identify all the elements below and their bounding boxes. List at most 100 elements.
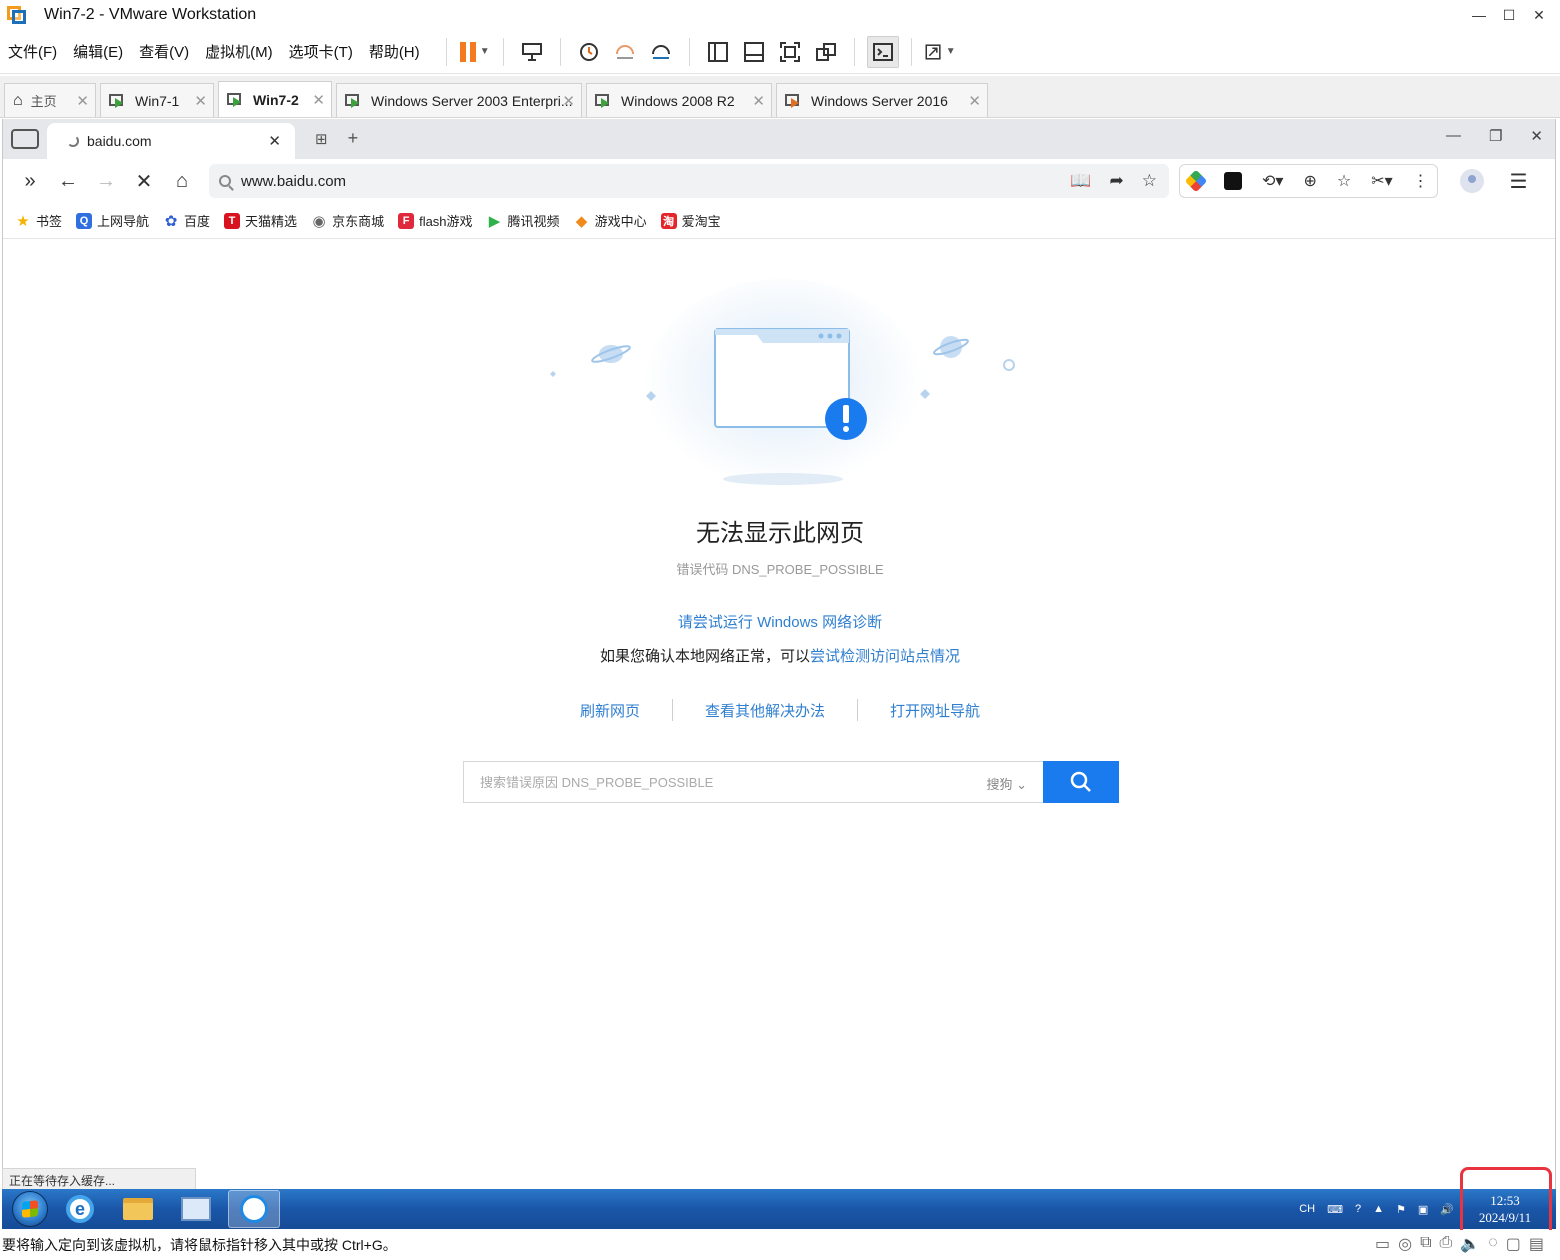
help-icon[interactable]: ? [1355, 1203, 1361, 1215]
browser-minimize-button[interactable]: — [1446, 127, 1461, 145]
bookmark-item[interactable]: Q 上网导航 [76, 211, 149, 230]
view-thumbnail-button[interactable] [738, 36, 770, 68]
usb-icon[interactable]: ◌ [1488, 1234, 1498, 1254]
browser-close-button[interactable]: ✕ [1530, 127, 1543, 145]
sound-icon[interactable]: 🔈 [1460, 1234, 1480, 1254]
hamburger-menu-icon[interactable]: ☰ [1510, 169, 1528, 194]
guest-screen[interactable]: baidu.com ✕ ⊞ + — ❐ ✕ » ← → ✕ ⌂ www.baid… [2, 119, 1556, 1189]
check-site-link[interactable]: 尝试检测访问站点情况 [810, 648, 960, 665]
view-library-button[interactable] [702, 36, 734, 68]
close-tab-icon[interactable]: ✕ [268, 132, 281, 150]
keyboard-icon[interactable]: ⌨ [1327, 1203, 1343, 1216]
search-engine-select[interactable]: 搜狗 ⌄ [986, 774, 1027, 793]
toolbar-divider [502, 37, 504, 66]
tab-grid-icon[interactable]: ⊞ [315, 130, 328, 148]
extension-icon[interactable] [1224, 172, 1242, 190]
input-language[interactable]: CH [1299, 1203, 1315, 1215]
favorites-star-icon[interactable]: ☆ [1337, 171, 1351, 191]
full-screen-button[interactable] [774, 36, 806, 68]
printer-icon[interactable]: ⎙ [1440, 1234, 1453, 1254]
close-tab-icon[interactable]: ✕ [312, 91, 325, 109]
other-solutions-link[interactable]: 查看其他解决办法 [673, 700, 857, 721]
forward-arrow-icon[interactable]: → [87, 164, 125, 198]
bookmark-item[interactable]: Fflash游戏 [398, 211, 473, 230]
ai-assistant-icon[interactable] [1184, 169, 1208, 193]
hard-disk-icon[interactable]: ▭ [1375, 1234, 1390, 1254]
snapshot-take-button[interactable] [573, 36, 605, 68]
search-button[interactable] [1043, 761, 1119, 803]
stop-loading-icon[interactable]: ✕ [125, 164, 163, 198]
bookmark-item[interactable]: 淘爱淘宝 [660, 211, 721, 230]
new-tab-plus-icon[interactable]: + [348, 128, 359, 149]
close-tab-icon[interactable]: ✕ [562, 92, 575, 110]
profile-avatar[interactable] [1459, 169, 1484, 193]
start-button-icon[interactable] [12, 1191, 48, 1227]
message-icon[interactable]: ▤ [1529, 1234, 1544, 1254]
menu-edit[interactable]: 编辑(E) [73, 41, 123, 62]
bookmark-item[interactable]: ✿ 百度 [163, 211, 210, 230]
minimize-button[interactable]: — [1464, 0, 1494, 30]
volume-icon[interactable]: 🔊 [1440, 1203, 1454, 1216]
bookmark-item[interactable]: ◉ 京东商城 [311, 211, 385, 230]
bookmark-favicon-icon: Q [76, 212, 93, 229]
bookmark-item[interactable]: ★ 书签 [15, 211, 62, 230]
taskbar-explorer[interactable] [112, 1190, 164, 1228]
bookmark-item[interactable]: ▶ 腾讯视频 [487, 211, 560, 230]
download-icon[interactable]: ⊕ [1303, 171, 1316, 191]
network-icon[interactable]: ▣ [1418, 1203, 1428, 1216]
history-icon[interactable]: ⟲▾ [1262, 171, 1283, 191]
bookmark-item[interactable]: ◆ 游戏中心 [574, 211, 647, 230]
tab-windows-2008-r2[interactable]: Windows 2008 R2 ✕ [586, 83, 772, 117]
taskbar-browser[interactable] [228, 1190, 280, 1228]
pause-button[interactable]: ▼ [459, 36, 491, 68]
tab-win7-2[interactable]: Win7-2 ✕ [218, 81, 332, 117]
show-hidden-icons[interactable]: ▲ [1373, 1203, 1384, 1215]
expand-sidebar-icon[interactable]: » [11, 164, 49, 198]
menu-view[interactable]: 查看(V) [139, 41, 189, 62]
tab-windows-server-2003[interactable]: Windows Server 2003 Enterpri... ✕ [336, 83, 582, 117]
menu-vm[interactable]: 虚拟机(M) [205, 41, 273, 62]
close-tab-icon[interactable]: ✕ [752, 92, 765, 110]
close-button[interactable]: ✕ [1524, 0, 1554, 30]
tab-windows-server-2016[interactable]: Windows Server 2016 ✕ [776, 83, 988, 117]
snapshot-revert-button[interactable] [609, 36, 641, 68]
close-tab-icon[interactable]: ✕ [968, 92, 981, 110]
action-center-flag-icon[interactable]: ⚑ [1396, 1203, 1406, 1216]
screenshot-scissors-icon[interactable]: ✂▾ [1371, 171, 1392, 191]
maximize-button[interactable]: ☐ [1494, 0, 1524, 30]
home-icon[interactable]: ⌂ [163, 164, 201, 198]
menu-help[interactable]: 帮助(H) [369, 41, 420, 62]
console-view-button[interactable] [866, 35, 899, 68]
snapshot-manager-button[interactable] [645, 36, 677, 68]
more-options-icon[interactable]: ⋮ [1413, 171, 1429, 191]
browser-tab-active[interactable]: baidu.com ✕ [47, 123, 295, 159]
stretch-guest-button[interactable]: ▼ [924, 36, 956, 68]
tab-win7-1[interactable]: Win7-1 ✕ [100, 83, 214, 117]
sidebar-toggle-icon[interactable] [11, 129, 39, 149]
tab-home[interactable]: ⌂ 主页 ✕ [4, 83, 96, 117]
close-tab-icon[interactable]: ✕ [76, 92, 89, 110]
bookmark-star-icon[interactable]: ☆ [1142, 171, 1157, 191]
taskbar-control-panel[interactable] [170, 1190, 222, 1228]
open-navigation-link[interactable]: 打开网址导航 [858, 700, 1012, 721]
display-icon[interactable]: ▢ [1506, 1234, 1521, 1254]
unity-button[interactable] [810, 36, 842, 68]
bookmark-item[interactable]: T 天猫精选 [224, 211, 297, 230]
address-bar[interactable]: www.baidu.com 📖 ➦ ☆ [209, 164, 1169, 198]
search-field[interactable]: 搜狗 ⌄ [463, 761, 1043, 803]
menu-file[interactable]: 文件(F) [8, 41, 57, 62]
taskbar-ie[interactable]: e [54, 1190, 106, 1228]
menu-tabs[interactable]: 选项卡(T) [289, 41, 353, 62]
reader-mode-icon[interactable]: 📖 [1070, 171, 1091, 191]
search-input[interactable] [480, 774, 960, 790]
address-url[interactable]: www.baidu.com [241, 173, 346, 190]
share-icon[interactable]: ➦ [1110, 171, 1124, 191]
network-diagnose-link[interactable]: 请尝试运行 Windows 网络诊断 [3, 611, 1557, 632]
back-arrow-icon[interactable]: ← [49, 164, 87, 198]
send-ctrl-alt-del-button[interactable] [516, 36, 548, 68]
refresh-page-link[interactable]: 刷新网页 [548, 700, 672, 721]
cd-drive-icon[interactable]: ◎ [1398, 1234, 1412, 1254]
close-tab-icon[interactable]: ✕ [194, 92, 207, 110]
browser-restore-button[interactable]: ❐ [1489, 127, 1502, 145]
network-adapter-icon[interactable]: ⧉ [1420, 1234, 1431, 1254]
